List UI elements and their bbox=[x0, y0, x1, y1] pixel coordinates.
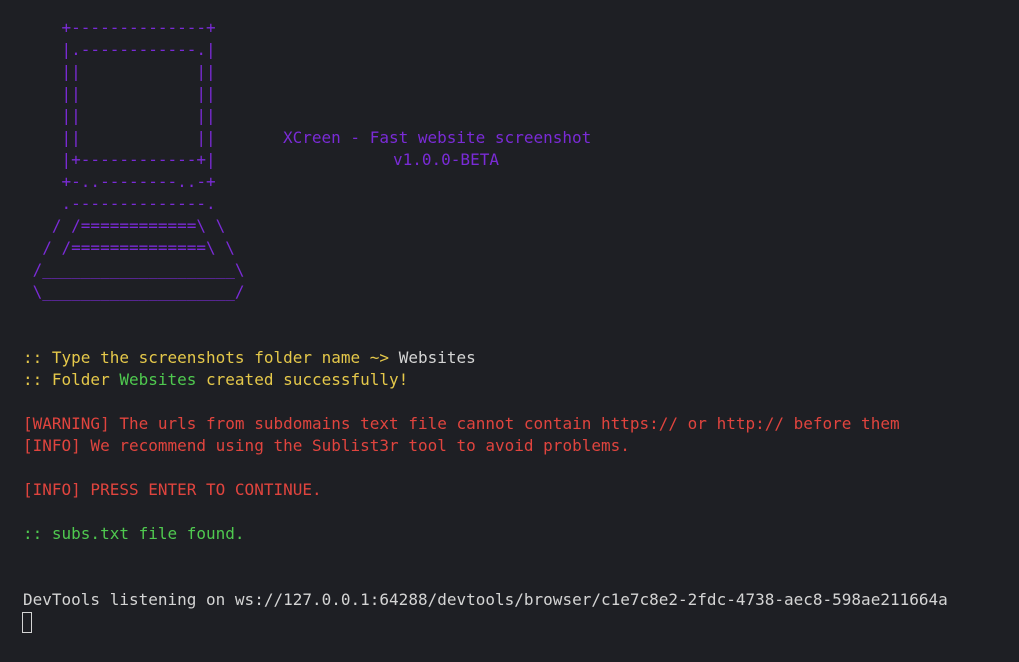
ascii-computer-logo: +--------------+ |.------------.| || || … bbox=[32, 18, 245, 301]
prompt-input-value: Websites bbox=[398, 348, 476, 367]
info-press-enter-message: [INFO] PRESS ENTER TO CONTINUE. bbox=[23, 480, 322, 499]
terminal-window[interactable]: +--------------+ |.------------.| || || … bbox=[0, 0, 1019, 662]
file-found-message: :: subs.txt file found. bbox=[23, 524, 245, 543]
warning-message: [WARNING] The urls from subdomains text … bbox=[23, 414, 900, 433]
devtools-message: DevTools listening on ws://127.0.0.1:642… bbox=[23, 590, 948, 609]
created-prefix: :: Folder bbox=[23, 370, 120, 389]
created-folder-name: Websites bbox=[119, 370, 197, 389]
prompt-text: :: Type the screenshots folder name ~> bbox=[23, 348, 399, 367]
folder-name-prompt: :: Type the screenshots folder name ~> W… bbox=[23, 347, 476, 369]
info-recommend-message: [INFO] We recommend using the Sublist3r … bbox=[23, 436, 630, 455]
app-version: v1.0.0-BETA bbox=[393, 150, 499, 169]
app-title: XCreen - Fast website screenshot bbox=[283, 128, 592, 147]
folder-created-message: :: Folder Websites created successfully! bbox=[23, 369, 408, 391]
terminal-cursor bbox=[22, 612, 32, 633]
created-suffix: created successfully! bbox=[196, 370, 409, 389]
